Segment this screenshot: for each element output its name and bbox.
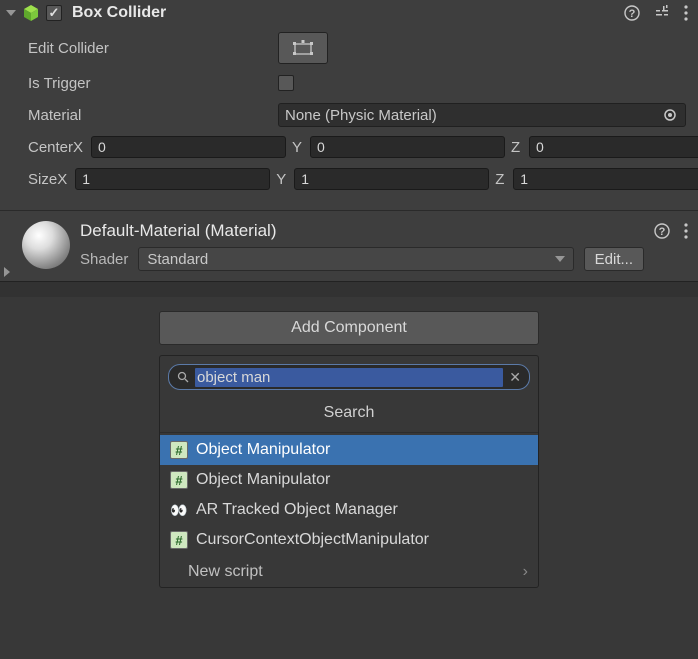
- component-header: Box Collider ?: [0, 0, 698, 26]
- kebab-menu-icon[interactable]: [684, 223, 688, 239]
- new-script-item[interactable]: New script ›: [160, 557, 538, 587]
- shader-value: Standard: [147, 251, 208, 268]
- foldout-icon[interactable]: [6, 10, 16, 16]
- axis-z: Z: [511, 139, 525, 156]
- material-value: None (Physic Material): [285, 107, 661, 124]
- popup-search-field[interactable]: object man ✕: [168, 364, 530, 390]
- material-component: Default-Material (Material) Shader Stand…: [0, 210, 698, 281]
- popup-item-label: Object Manipulator: [196, 471, 330, 489]
- add-component-button[interactable]: Add Component: [159, 311, 539, 345]
- popup-result-item[interactable]: 👀 AR Tracked Object Manager: [160, 495, 538, 525]
- center-x-field[interactable]: [91, 136, 286, 158]
- edit-collider-label: Edit Collider: [28, 40, 278, 57]
- material-preview-sphere: [22, 221, 70, 269]
- ar-icon: 👀: [170, 501, 188, 519]
- svg-text:?: ?: [659, 226, 666, 238]
- popup-title: Search: [160, 398, 538, 433]
- is-trigger-label: Is Trigger: [28, 75, 278, 92]
- popup-result-item[interactable]: # CursorContextObjectManipulator: [160, 525, 538, 555]
- edit-collider-button[interactable]: [278, 32, 328, 64]
- center-y-field[interactable]: [310, 136, 505, 158]
- kebab-menu-icon[interactable]: [684, 5, 688, 21]
- size-z-field[interactable]: [513, 168, 698, 190]
- size-y-field[interactable]: [294, 168, 489, 190]
- clear-search-icon[interactable]: ✕: [509, 369, 521, 386]
- popup-result-item[interactable]: # Object Manipulator: [160, 435, 538, 465]
- axis-x: X: [57, 171, 71, 188]
- foldout-icon[interactable]: [4, 267, 10, 277]
- axis-y: Y: [292, 139, 306, 156]
- box-collider-component: Box Collider ? Edit Collider Is Trigger …: [0, 0, 698, 210]
- component-enabled-checkbox[interactable]: [46, 5, 62, 21]
- add-component-popup: object man ✕ Search #Object Manipulator#…: [159, 355, 539, 588]
- script-icon: #: [170, 441, 188, 459]
- material-object-field[interactable]: None (Physic Material): [278, 103, 686, 127]
- preset-icon[interactable]: [654, 5, 670, 21]
- help-icon[interactable]: ?: [624, 5, 640, 21]
- size-x-field[interactable]: [75, 168, 270, 190]
- axis-x: X: [73, 139, 87, 156]
- chevron-right-icon: ›: [523, 563, 528, 581]
- shader-label: Shader: [80, 251, 128, 268]
- shader-dropdown[interactable]: Standard: [138, 247, 573, 271]
- object-picker-icon[interactable]: [661, 108, 679, 122]
- search-input-text: object man: [195, 368, 503, 387]
- center-label: Center: [28, 139, 73, 156]
- popup-result-item[interactable]: # Object Manipulator: [160, 465, 538, 495]
- svg-text:?: ?: [629, 8, 636, 20]
- section-divider: [0, 281, 698, 297]
- popup-item-label: CursorContextObjectManipulator: [196, 531, 429, 549]
- script-icon: #: [170, 531, 188, 549]
- center-z-field[interactable]: [529, 136, 698, 158]
- component-title: Box Collider: [72, 4, 618, 22]
- popup-item-label: Object Manipulator: [196, 441, 330, 459]
- material-label: Material: [28, 107, 278, 124]
- box-collider-icon: [22, 4, 40, 22]
- search-icon: [177, 371, 189, 383]
- popup-results-list: # Object Manipulator # Object Manipulator 👀 A…: [160, 433, 538, 557]
- script-icon: #: [170, 471, 188, 489]
- edit-shader-button[interactable]: Edit...: [584, 247, 644, 271]
- add-component-area: Add Component object man ✕ Search # Objec…: [0, 297, 698, 588]
- size-label: Size: [28, 171, 57, 188]
- axis-y: Y: [276, 171, 290, 188]
- is-trigger-checkbox[interactable]: [278, 75, 294, 91]
- popup-item-label: AR Tracked Object Manager: [196, 501, 398, 519]
- chevron-down-icon: [555, 256, 565, 262]
- axis-z: Z: [495, 171, 509, 188]
- help-icon[interactable]: ?: [654, 223, 670, 239]
- material-title: Default-Material (Material): [80, 221, 644, 241]
